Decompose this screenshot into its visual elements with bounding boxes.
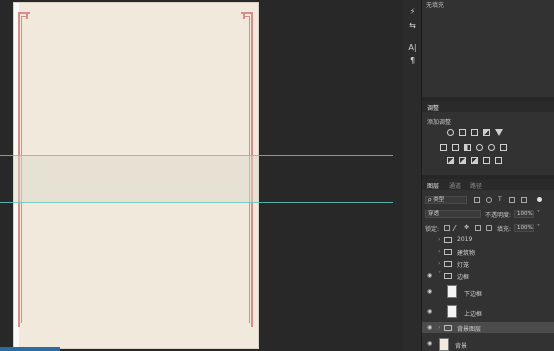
character-icon[interactable]: A| bbox=[406, 42, 419, 53]
layer-thumbnail bbox=[447, 305, 457, 318]
tab-paths[interactable]: 路径 bbox=[470, 181, 482, 190]
folder-icon bbox=[444, 237, 452, 243]
chevron-right-icon[interactable]: › bbox=[438, 248, 440, 255]
exposure-icon[interactable] bbox=[483, 129, 490, 136]
layer-row[interactable]: › 建筑物 bbox=[422, 246, 554, 257]
selective-color-icon[interactable] bbox=[483, 157, 490, 164]
chevron-down-icon[interactable]: ˅ bbox=[438, 271, 441, 278]
layer-thumbnail bbox=[439, 338, 449, 351]
lock-transparent-icon[interactable] bbox=[444, 225, 450, 231]
layer-name[interactable]: 2019 bbox=[457, 236, 472, 243]
folder-icon bbox=[444, 325, 452, 331]
frame-top-right-notch bbox=[243, 12, 245, 19]
lock-artboard-icon[interactable] bbox=[475, 225, 481, 231]
tab-channels[interactable]: 通道 bbox=[449, 181, 461, 190]
layer-row[interactable]: ◉ 背景 bbox=[422, 337, 554, 351]
chevron-right-icon[interactable]: › bbox=[438, 236, 440, 243]
eye-icon[interactable]: ◉ bbox=[427, 324, 432, 331]
layer-row[interactable]: ◉ 上边框 bbox=[422, 305, 554, 319]
posterize-icon[interactable] bbox=[459, 157, 466, 164]
guide-line-bottom[interactable] bbox=[0, 202, 393, 203]
tab-layers[interactable]: 图层 bbox=[427, 181, 439, 190]
eye-icon[interactable]: ◉ bbox=[427, 308, 432, 315]
filter-pixel-icon[interactable] bbox=[474, 197, 480, 203]
eye-icon[interactable]: ◉ bbox=[427, 340, 432, 347]
hue-saturation-icon[interactable] bbox=[440, 144, 447, 151]
filter-shape-icon[interactable] bbox=[509, 197, 515, 203]
black-white-icon[interactable] bbox=[464, 144, 471, 151]
filter-smart-object-icon[interactable] bbox=[521, 197, 527, 203]
opacity-label: 不透明度: bbox=[485, 212, 512, 219]
layer-name[interactable]: 上边框 bbox=[464, 309, 482, 318]
gradient-map-icon[interactable] bbox=[495, 157, 502, 164]
panel-icon-strip: ⚡ ⇆ A| ¶ bbox=[403, 0, 421, 351]
filter-adjustment-icon[interactable] bbox=[486, 197, 492, 203]
filter-toggle-icon[interactable] bbox=[537, 197, 542, 202]
layer-row[interactable]: ◉ 下边框 bbox=[422, 285, 554, 299]
frame-top-left-notch bbox=[26, 12, 28, 19]
vibrance-icon[interactable] bbox=[495, 129, 503, 136]
curves-icon[interactable] bbox=[471, 129, 478, 136]
folder-icon bbox=[444, 261, 452, 267]
brush-adjust-icon[interactable]: ⚡ bbox=[406, 6, 419, 17]
folder-icon bbox=[444, 273, 452, 279]
layer-row[interactable]: ◉ ˅ 边框 bbox=[422, 270, 554, 281]
folder-icon bbox=[444, 249, 452, 255]
eye-icon[interactable]: ◉ bbox=[427, 272, 432, 279]
frame-top-left-corner-h bbox=[18, 12, 30, 14]
invert-icon[interactable] bbox=[447, 157, 454, 164]
brightness-icon[interactable] bbox=[447, 129, 454, 136]
layer-name[interactable]: 下边框 bbox=[464, 289, 482, 298]
layers-tab-header: 图层 通道 路径 bbox=[422, 179, 554, 190]
levels-icon[interactable] bbox=[459, 129, 466, 136]
guide-band bbox=[14, 155, 258, 202]
fill-label: 填充: bbox=[497, 226, 512, 233]
layer-name[interactable]: 背景图层 bbox=[457, 324, 481, 333]
channel-mixer-icon[interactable] bbox=[488, 144, 495, 151]
opacity-input[interactable]: 100% bbox=[514, 210, 534, 218]
layer-filter-kind-select[interactable]: ρ 类型 bbox=[425, 196, 467, 204]
layer-row-selected[interactable]: ◉ › 背景图层 bbox=[422, 322, 554, 333]
add-adjustment-label: 添加调整 bbox=[427, 119, 452, 126]
photo-filter-icon[interactable] bbox=[476, 144, 483, 151]
lock-all-icon[interactable] bbox=[486, 225, 492, 231]
filter-type-icon[interactable]: T bbox=[498, 196, 502, 203]
layer-name[interactable]: 边框 bbox=[457, 272, 469, 281]
chevron-right-icon[interactable]: › bbox=[438, 260, 440, 267]
blend-mode-select[interactable]: 穿透 bbox=[425, 210, 481, 218]
opacity-chevron-icon[interactable]: ˅ bbox=[537, 210, 540, 217]
fill-chevron-icon[interactable]: ˅ bbox=[537, 224, 540, 231]
lock-label: 锁定: bbox=[425, 226, 440, 233]
layer-row[interactable]: › 2019 bbox=[422, 234, 554, 245]
color-balance-icon[interactable] bbox=[452, 144, 459, 151]
color-lookup-icon[interactable] bbox=[500, 144, 507, 151]
layer-name[interactable]: 灯笼 bbox=[457, 260, 469, 269]
eye-icon[interactable]: ◉ bbox=[427, 288, 432, 295]
layer-row[interactable]: › 灯笼 bbox=[422, 258, 554, 269]
paragraph-icon[interactable]: ¶ bbox=[406, 55, 419, 66]
sliders-icon[interactable]: ⇆ bbox=[406, 20, 419, 31]
lock-position-icon[interactable]: ✥ bbox=[464, 224, 469, 231]
threshold-icon[interactable] bbox=[471, 157, 478, 164]
fill-input[interactable]: 100% bbox=[514, 224, 534, 232]
adjustments-tab-header: 调整 bbox=[422, 101, 554, 112]
layer-name[interactable]: 建筑物 bbox=[457, 248, 475, 257]
layer-thumbnail bbox=[447, 285, 457, 298]
tab-adjustments[interactable]: 调整 bbox=[427, 103, 439, 112]
status-strip bbox=[0, 347, 60, 351]
chevron-right-icon[interactable]: › bbox=[438, 324, 440, 331]
top-panel-text: 无填充 bbox=[426, 2, 445, 9]
guide-line-top[interactable] bbox=[0, 155, 393, 156]
layer-name[interactable]: 背景 bbox=[455, 341, 467, 350]
